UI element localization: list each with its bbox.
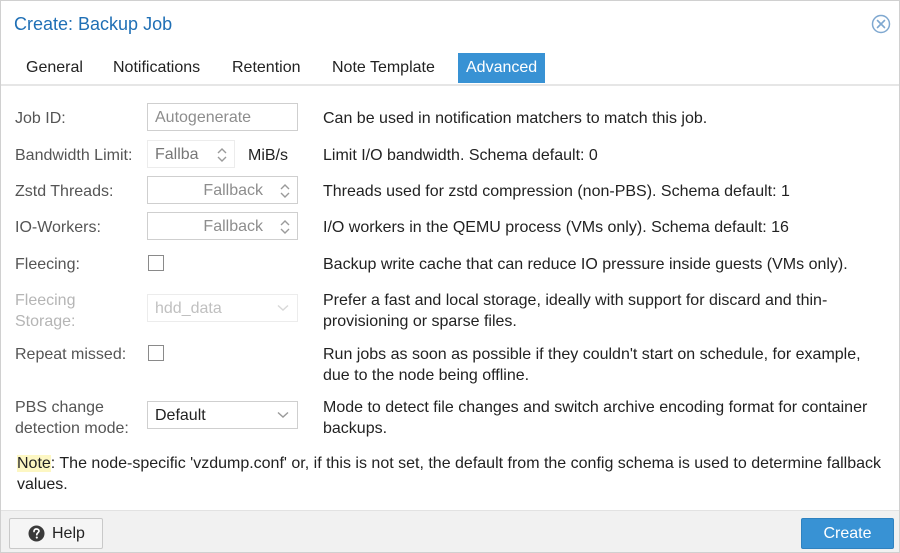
fleecing-checkbox[interactable] bbox=[148, 255, 164, 271]
fleecing-storage-select[interactable]: hdd_data bbox=[147, 294, 298, 322]
fleecing-storage-value: hdd_data bbox=[155, 300, 222, 317]
zstd-description: Threads used for zstd compression (non-P… bbox=[323, 183, 790, 200]
io-workers-input[interactable]: Fallback bbox=[147, 212, 298, 240]
pbs-change-label-line1: PBS change bbox=[15, 399, 104, 416]
job-id-label: Job ID: bbox=[15, 110, 66, 127]
io-workers-description: I/O workers in the QEMU process (VMs onl… bbox=[323, 219, 789, 236]
job-id-input[interactable]: Autogenerate bbox=[147, 103, 298, 131]
pbs-change-select[interactable]: Default bbox=[147, 401, 298, 429]
bandwidth-placeholder: Fallba bbox=[155, 146, 199, 163]
fleecing-storage-description: Prefer a fast and local storage, ideally… bbox=[323, 292, 828, 330]
chevron-down-icon bbox=[277, 411, 289, 418]
bandwidth-label: Bandwidth Limit: bbox=[15, 147, 133, 164]
note-text: : The node-specific 'vzdump.conf' or, if… bbox=[17, 455, 882, 493]
note-prefix: Note bbox=[17, 455, 51, 472]
fleecing-storage-label-line1: Fleecing bbox=[15, 292, 76, 309]
job-id-placeholder: Autogenerate bbox=[155, 109, 252, 126]
zstd-placeholder: Fallback bbox=[203, 182, 263, 199]
fleecing-description: Backup write cache that can reduce IO pr… bbox=[323, 256, 848, 273]
io-workers-label: IO-Workers: bbox=[15, 219, 101, 236]
repeat-missed-description: Run jobs as soon as possible if they cou… bbox=[323, 346, 861, 384]
pbs-change-description: Mode to detect file changes and switch a… bbox=[323, 399, 868, 437]
backup-job-dialog: Create: Backup Job General Notifications… bbox=[0, 0, 900, 553]
tab-divider bbox=[1, 84, 899, 86]
spinner-icon[interactable] bbox=[279, 182, 291, 200]
dialog-title: Create: Backup Job bbox=[14, 14, 173, 34]
repeat-missed-label: Repeat missed: bbox=[15, 346, 127, 363]
zstd-input[interactable]: Fallback bbox=[147, 176, 298, 204]
tab-note-template[interactable]: Note Template bbox=[324, 53, 443, 83]
spinner-icon[interactable] bbox=[216, 146, 228, 164]
help-button-label: Help bbox=[52, 525, 85, 542]
tab-general[interactable]: General bbox=[18, 53, 91, 83]
zstd-label: Zstd Threads: bbox=[15, 183, 114, 200]
bandwidth-description: Limit I/O bandwidth. Schema default: 0 bbox=[323, 147, 598, 164]
tab-retention[interactable]: Retention bbox=[224, 53, 309, 83]
dialog-header: Create: Backup Job bbox=[1, 1, 899, 47]
io-workers-placeholder: Fallback bbox=[203, 218, 263, 235]
question-circle-icon bbox=[28, 525, 45, 542]
create-button-label: Create bbox=[823, 525, 872, 542]
fleecing-storage-label-line2: Storage: bbox=[15, 313, 76, 330]
pbs-change-label-line2: detection mode: bbox=[15, 420, 129, 437]
pbs-change-value: Default bbox=[155, 407, 206, 424]
job-id-description: Can be used in notification matchers to … bbox=[323, 110, 708, 127]
tab-advanced[interactable]: Advanced bbox=[458, 53, 546, 83]
chevron-down-icon bbox=[277, 304, 289, 311]
dialog-footer: Help Create bbox=[1, 510, 899, 552]
tab-bar: General Notifications Retention Note Tem… bbox=[1, 53, 899, 83]
help-button[interactable]: Help bbox=[9, 518, 103, 549]
tab-notifications[interactable]: Notifications bbox=[105, 53, 208, 83]
spinner-icon[interactable] bbox=[279, 218, 291, 236]
fleecing-label: Fleecing: bbox=[15, 256, 80, 273]
close-icon[interactable] bbox=[871, 14, 891, 34]
fallback-note: Note: The node-specific 'vzdump.conf' or… bbox=[17, 453, 887, 495]
create-button[interactable]: Create bbox=[801, 518, 894, 549]
repeat-missed-checkbox[interactable] bbox=[148, 345, 164, 361]
bandwidth-unit: MiB/s bbox=[248, 147, 288, 164]
bandwidth-input[interactable]: Fallba bbox=[147, 140, 235, 168]
